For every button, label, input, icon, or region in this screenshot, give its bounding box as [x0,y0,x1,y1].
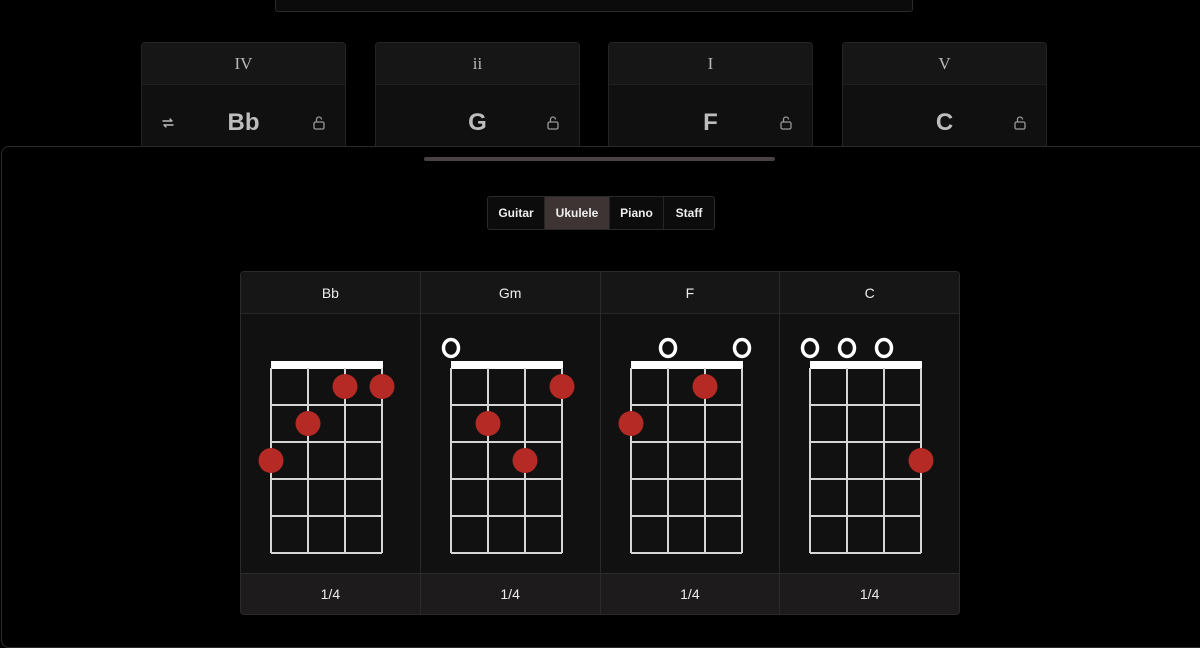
finger-dot [512,448,538,473]
finger-dot [332,374,358,399]
chord-duration[interactable]: 1/4 [420,573,600,614]
ukulele-chord-diagram [801,337,934,554]
roman-numeral: I [609,43,812,85]
chord-column: Bb 1/4 [241,272,420,614]
open-string-marker [801,337,820,359]
lock-open-icon[interactable] [779,115,793,136]
finger-dot [692,374,717,399]
finger-dot [618,411,643,436]
nut [630,361,743,369]
nut [810,361,923,369]
ukulele-chord-diagram [258,361,395,554]
open-string-marker [875,337,894,359]
open-string-marker [658,337,677,359]
progression-card-4[interactable]: V C [842,42,1047,154]
lock-open-icon[interactable] [546,115,560,136]
tab-staff[interactable]: Staff [663,197,714,229]
lock-open-icon[interactable] [312,115,326,136]
tab-ukulele[interactable]: Ukulele [544,197,609,229]
chord-column: C 1/4 [779,272,959,614]
progression-card-3[interactable]: I F [608,42,813,154]
tab-guitar[interactable]: Guitar [488,197,544,229]
chord-duration[interactable]: 1/4 [600,573,780,614]
instrument-tabs: Guitar Ukulele Piano Staff [487,196,715,230]
nut [450,361,563,369]
finger-dot [475,411,501,436]
drag-handle[interactable] [424,157,775,161]
open-string-marker [441,337,460,359]
finger-dot [549,374,575,399]
chord-diagram-panel: Bb 1/4 Gm 1/4 F 1/4 C 1/4 [240,271,960,615]
roman-numeral: IV [142,43,345,85]
chord-column: Gm 1/4 [419,272,600,614]
ukulele-chord-diagram [618,337,751,554]
roman-numeral: V [843,43,1046,85]
nut [271,361,383,369]
chord-column: F 1/4 [599,272,780,614]
finger-dot [369,374,395,399]
top-bar [275,0,913,12]
finger-dot [908,448,934,473]
chord-duration[interactable]: 1/4 [241,573,420,614]
finger-dot [295,411,321,436]
finger-dot [258,448,284,473]
progression-card-1[interactable]: IV Bb [141,42,346,154]
ukulele-chord-diagram [441,337,575,554]
lock-open-icon[interactable] [1013,115,1027,136]
roman-numeral: ii [376,43,579,85]
open-string-marker [732,337,751,359]
progression-card-2[interactable]: ii G [375,42,580,154]
open-string-marker [838,337,857,359]
tab-piano[interactable]: Piano [609,197,663,229]
chord-duration[interactable]: 1/4 [780,573,959,614]
